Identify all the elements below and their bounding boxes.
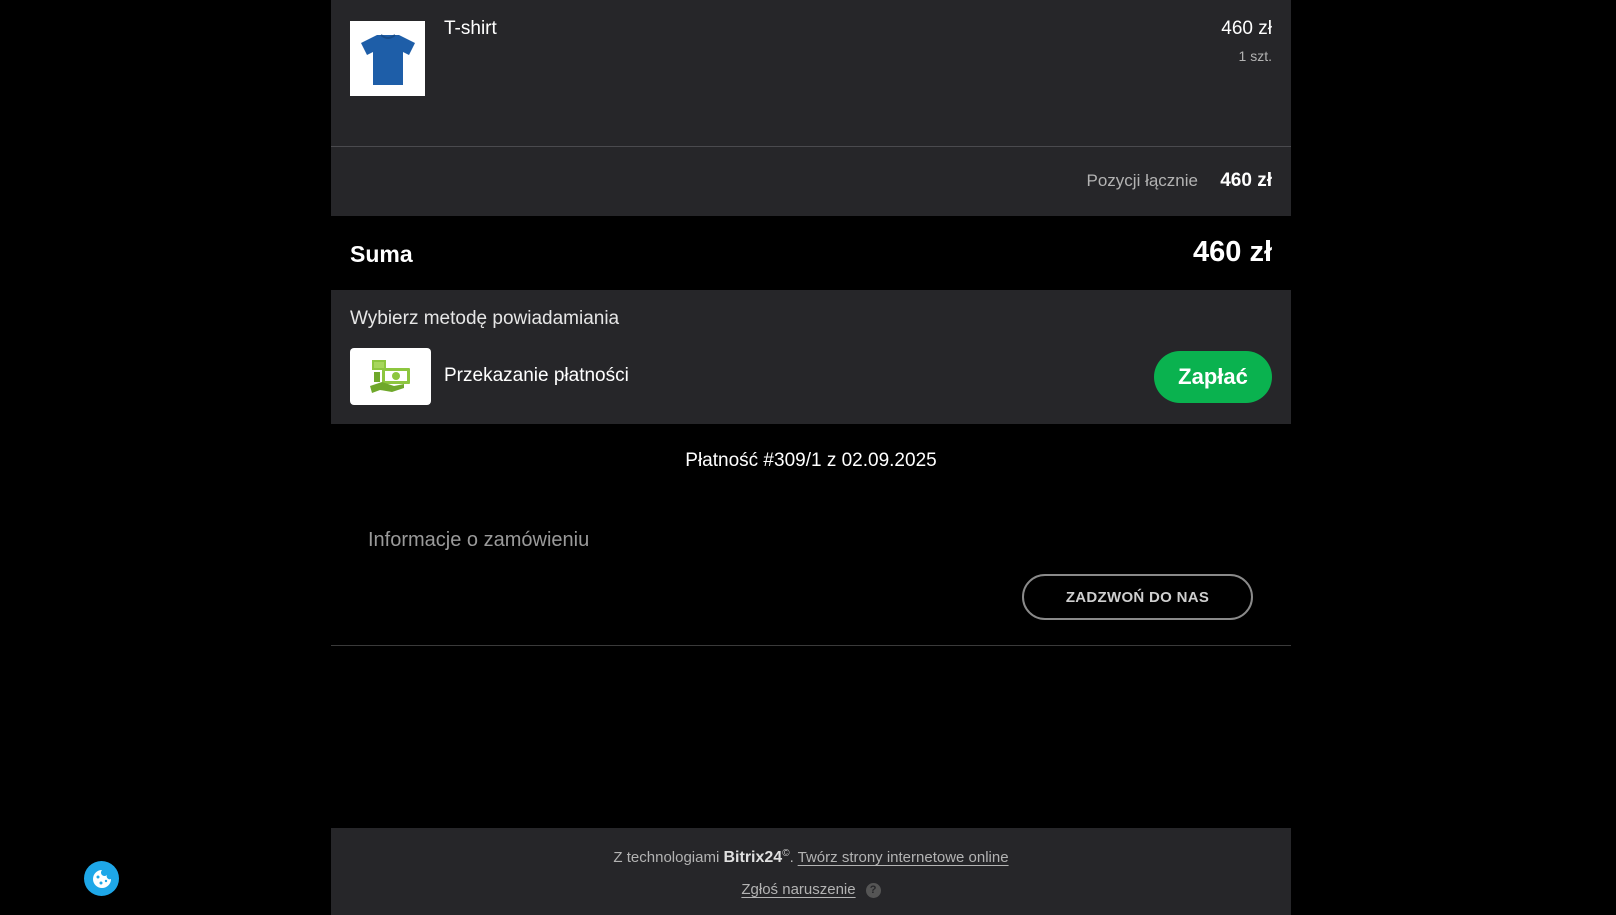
order-page: T-shirt 460 zł 1 szt. Pozycji łącznie 46… bbox=[331, 0, 1291, 915]
question-icon[interactable]: ? bbox=[865, 882, 881, 898]
report-abuse-link[interactable]: Zgłoś naruszenie bbox=[741, 881, 855, 898]
divider bbox=[331, 645, 1291, 646]
money-transfer-icon bbox=[369, 359, 410, 393]
total-row: Suma 460 zł bbox=[331, 216, 1291, 290]
order-info-title: Informacje o zamówieniu bbox=[368, 529, 590, 551]
cookie-icon bbox=[92, 869, 111, 888]
product-quantity: 1 szt. bbox=[1238, 48, 1272, 64]
subtotal-value: 460 zł bbox=[1220, 170, 1272, 191]
payment-section: Wybierz metodę powiadamiania Przekazanie… bbox=[331, 290, 1291, 424]
product-price: 460 zł bbox=[1221, 18, 1272, 39]
payment-id-title: Płatność #309/1 z 02.09.2025 bbox=[685, 450, 937, 471]
product-row: T-shirt 460 zł 1 szt. bbox=[331, 0, 1291, 147]
total-value: 460 zł bbox=[1193, 236, 1272, 268]
cookie-settings-button[interactable] bbox=[84, 861, 119, 896]
copyright-icon: © bbox=[782, 848, 790, 859]
call-us-button[interactable]: ZADZWOŃ DO NAS bbox=[1022, 574, 1253, 620]
payment-method-option[interactable] bbox=[350, 348, 431, 405]
payment-method-label[interactable]: Przekazanie płatności bbox=[444, 365, 629, 387]
create-website-link[interactable]: Twórz strony internetowe online bbox=[798, 849, 1009, 866]
footer-prefix: Z technologiami bbox=[613, 849, 720, 866]
total-label: Suma bbox=[350, 241, 413, 267]
pay-button[interactable]: Zapłać bbox=[1154, 351, 1272, 403]
subtotal-row: Pozycji łącznie 460 zł bbox=[331, 147, 1291, 216]
footer-report: Zgłoś naruszenie? bbox=[331, 881, 1291, 898]
payment-section-title: Wybierz metodę powiadamiania bbox=[350, 308, 620, 329]
product-name[interactable]: T-shirt bbox=[444, 18, 497, 40]
subtotal-label: Pozycji łącznie bbox=[1086, 171, 1199, 190]
product-thumbnail[interactable] bbox=[350, 21, 425, 96]
footer: Z technologiami Bitrix24©. Twórz strony … bbox=[331, 828, 1291, 915]
footer-credits: Z technologiami Bitrix24©. Twórz strony … bbox=[613, 848, 1009, 866]
bitrix24-logo[interactable]: Bitrix24 bbox=[723, 849, 782, 866]
tshirt-icon bbox=[360, 33, 415, 85]
